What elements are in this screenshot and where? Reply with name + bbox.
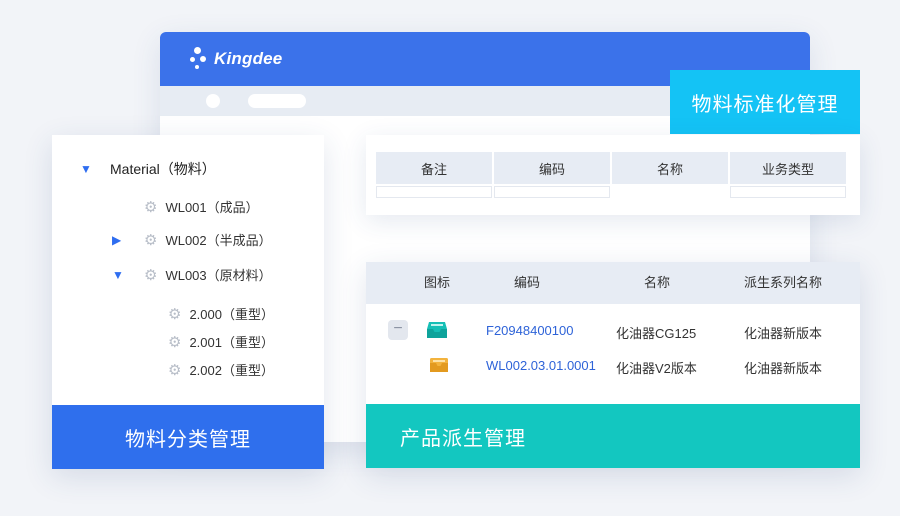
table-header: 图标 编码 名称 派生系列名称 [366,262,860,304]
tree-item-label: 2.001（重型） [189,335,274,350]
tree-item-wl002[interactable]: ▶ ⚙ WL002（半成品） [112,230,272,249]
gear-icon: ⚙ [144,198,158,216]
material-table-card: 备注 编码 名称 业务类型 [366,135,860,215]
logo-dots-icon [190,45,210,73]
gear-icon: ⚙ [168,361,182,379]
tree-item-2002[interactable]: ⚙ 2.002（重型） [168,360,274,379]
material-standard-badge: 物料标准化管理 [670,70,860,134]
material-tree-card: ▼ Material（物料） ⚙ WL001（成品） ▶ ⚙ WL002（半成品… [52,135,324,469]
toolbar-pill [248,94,306,108]
collapse-button[interactable]: − [388,320,408,340]
column-header-series-name[interactable]: 派生系列名称 [744,262,822,304]
table-cell[interactable] [730,186,846,198]
material-category-banner: 物料分类管理 [52,405,324,469]
gear-icon: ⚙ [144,266,158,284]
series-name: 化油器新版本 [744,326,823,341]
series-name: 化油器新版本 [744,361,823,376]
product-code-link[interactable]: WL002.03.01.0001 [486,358,596,373]
column-header-remark[interactable]: 备注 [376,152,492,184]
triangle-down-icon[interactable]: ▼ [80,162,94,176]
tree-root[interactable]: ▼ Material（物料） [80,159,216,179]
product-derivation-banner: 产品派生管理 [366,404,860,468]
minus-icon: − [393,320,403,337]
column-header-icon[interactable]: 图标 [424,262,450,304]
tree-item-label: WL003（原材料） [165,268,272,283]
tree-item-wl003[interactable]: ▼ ⚙ WL003（原材料） [112,265,272,284]
gear-icon: ⚙ [168,333,182,351]
table-cell[interactable] [376,186,492,198]
inbox-teal-icon [427,322,447,338]
product-derivation-card: 图标 编码 名称 派生系列名称 − F20948400100 化油器CG125 … [366,262,860,468]
tree-item-label: WL002（半成品） [165,233,272,248]
tree-item-wl001[interactable]: ⚙ WL001（成品） [144,197,259,216]
tree-item-2001[interactable]: ⚙ 2.001（重型） [168,332,274,351]
logo-text: Kingdee [214,49,283,68]
tree-root-label: Material（物料） [110,161,216,177]
column-header-code[interactable]: 编码 [514,262,540,304]
tree-item-label: WL001（成品） [165,200,259,215]
column-header-code[interactable]: 编码 [494,152,610,184]
table-cell[interactable] [494,186,610,198]
product-code-link[interactable]: F20948400100 [486,323,573,338]
column-header-name[interactable]: 名称 [612,152,728,184]
column-header-name[interactable]: 名称 [644,262,670,304]
kingdee-logo: Kingdee [190,44,282,74]
column-header-business-type[interactable]: 业务类型 [730,152,846,184]
gear-icon: ⚙ [168,305,182,323]
tree-item-label: 2.002（重型） [189,363,274,378]
envelope-orange-icon [430,358,448,372]
product-name: 化油器V2版本 [616,361,697,376]
gear-icon: ⚙ [144,231,158,249]
tree-item-2000[interactable]: ⚙ 2.000（重型） [168,304,274,323]
triangle-down-icon[interactable]: ▼ [112,268,126,282]
toolbar-dot [206,94,220,108]
triangle-right-icon[interactable]: ▶ [112,233,126,247]
tree-item-label: 2.000（重型） [189,307,274,322]
product-name: 化油器CG125 [616,326,697,341]
